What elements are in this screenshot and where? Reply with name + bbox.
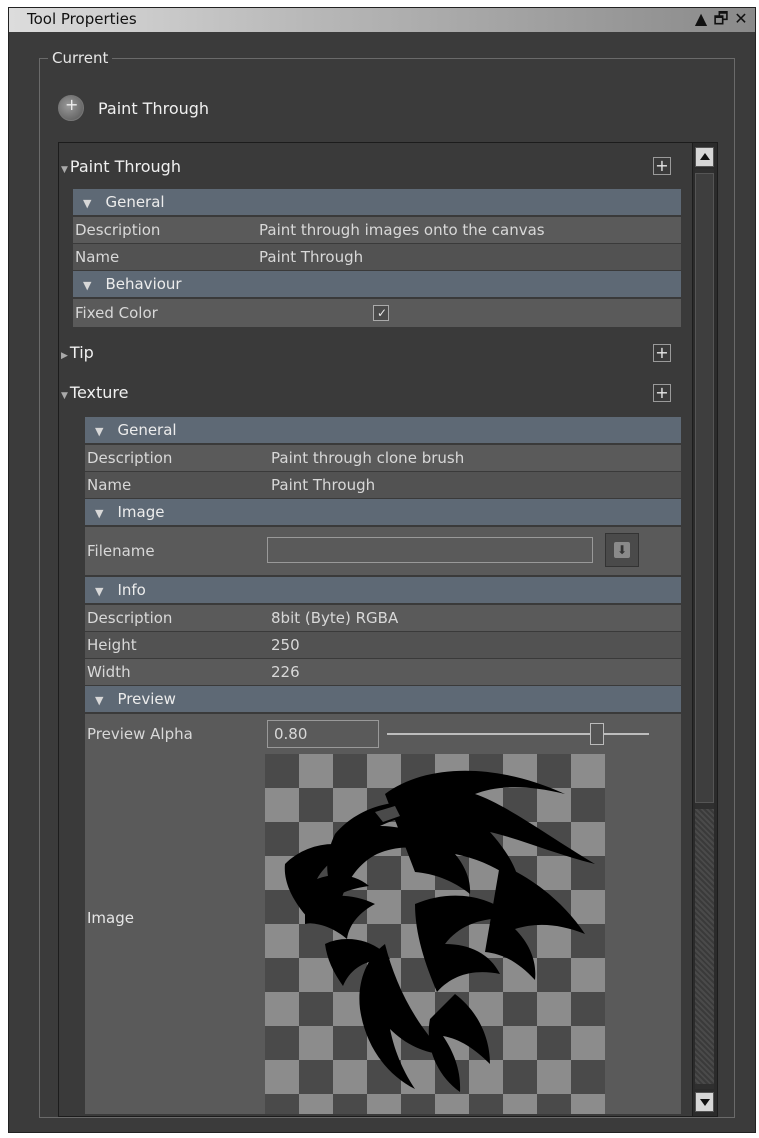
collapse-arrow-icon: ▼ <box>95 585 104 598</box>
tree-node-label: Texture <box>69 383 129 402</box>
property-value[interactable]: Paint through images onto the canvas <box>259 217 545 243</box>
close-icon[interactable]: ✕ <box>733 10 749 28</box>
preview-alpha-input[interactable]: 0.80 <box>267 720 379 748</box>
collapse-arrow-icon: ▼ <box>95 425 104 438</box>
property-value[interactable]: Paint Through <box>271 472 375 498</box>
property-row: Description 8bit (Byte) RGBA <box>85 605 681 631</box>
property-row: Filename ⬇ <box>85 527 681 575</box>
section-info[interactable]: ▼ Info <box>85 577 681 603</box>
scroll-thumb[interactable] <box>695 173 714 803</box>
property-key: Image <box>87 909 134 927</box>
collapse-icon[interactable]: ▲ <box>693 10 709 28</box>
current-group: Current Paint Through ▼Paint Through + ▼… <box>39 49 735 1118</box>
tree-node-texture[interactable]: ▼ Texture <box>61 381 129 405</box>
scroll-track[interactable] <box>695 169 714 1089</box>
current-group-label: Current <box>48 49 113 67</box>
collapse-arrow-icon: ▼ <box>83 197 92 210</box>
tree-node-tip[interactable]: ▶ Tip <box>61 341 94 365</box>
expand-arrow-icon: ▼ <box>61 391 68 401</box>
property-value: 8bit (Byte) RGBA <box>271 609 399 627</box>
tree-node-label: Paint Through <box>69 157 181 176</box>
property-key: Description <box>87 449 173 467</box>
arrow-down-icon <box>700 1099 710 1106</box>
vertical-scrollbar[interactable] <box>692 143 717 1116</box>
property-value[interactable]: Paint through clone brush <box>271 445 464 471</box>
restore-icon[interactable]: 🗗 <box>713 10 729 28</box>
add-button[interactable]: + <box>653 157 671 175</box>
section-label: Image <box>117 503 165 521</box>
tree-node-paint-through[interactable]: ▼ Paint Through <box>61 155 181 179</box>
current-tool-name: Paint Through <box>98 98 210 118</box>
section-image[interactable]: ▼ Image <box>85 499 681 525</box>
expand-arrow-icon: ▼ <box>61 165 68 175</box>
section-texture-general[interactable]: ▼ General <box>85 417 681 443</box>
property-key: Name <box>75 248 120 266</box>
property-row: Width 226 <box>85 659 681 685</box>
collapse-arrow-icon: ▼ <box>95 507 104 520</box>
property-key: Preview Alpha <box>87 725 193 743</box>
current-tool: Paint Through <box>58 95 209 121</box>
arrow-up-icon <box>700 153 710 160</box>
browse-file-button[interactable]: ⬇ <box>605 533 639 567</box>
property-row: Name Paint Through <box>73 244 681 270</box>
check-icon: ✓ <box>377 306 388 320</box>
property-row: Name Paint Through <box>85 472 681 498</box>
preview-alpha-slider[interactable] <box>387 733 649 735</box>
add-button[interactable]: + <box>653 344 671 362</box>
section-preview[interactable]: ▼ Preview <box>85 686 681 712</box>
tool-properties-window: Tool Properties ▲ 🗗 ✕ Current Paint Thro… <box>8 7 756 1133</box>
slider-handle[interactable] <box>589 723 604 745</box>
property-value: 226 <box>271 663 300 681</box>
texture-preview-image <box>265 754 605 1114</box>
scroll-up-button[interactable] <box>695 147 714 167</box>
property-key: Description <box>75 221 161 239</box>
window-title: Tool Properties <box>27 10 137 28</box>
property-row: Description Paint through clone brush <box>85 445 681 471</box>
section-label: General <box>105 193 165 211</box>
properties-tree-panel: ▼ Paint Through + ▼ General Description Pa… <box>58 142 718 1117</box>
scroll-track-lower[interactable] <box>695 809 714 1084</box>
section-label: General <box>117 421 177 439</box>
paint-through-icon <box>58 95 84 121</box>
add-button[interactable]: + <box>653 384 671 402</box>
property-row: Fixed Color ✓ <box>73 299 681 327</box>
property-value[interactable]: Paint Through <box>259 244 363 270</box>
property-row: Description Paint through images onto th… <box>73 217 681 243</box>
property-key: Filename <box>87 542 155 560</box>
download-icon: ⬇ <box>614 542 630 558</box>
section-general[interactable]: ▼ General <box>73 189 681 215</box>
collapse-arrow-icon: ▼ <box>95 694 104 707</box>
fixed-color-checkbox[interactable]: ✓ <box>373 305 389 321</box>
scroll-down-button[interactable] <box>695 1092 714 1112</box>
tree-node-label: Tip <box>69 343 94 362</box>
property-key: Fixed Color <box>75 304 158 322</box>
expand-arrow-icon: ▶ <box>61 351 68 361</box>
window-controls: ▲ 🗗 ✕ <box>693 10 749 28</box>
section-label: Info <box>117 581 146 599</box>
lion-head-image <box>284 770 595 1092</box>
property-key: Name <box>87 476 132 494</box>
property-value: 250 <box>271 636 300 654</box>
section-label: Behaviour <box>105 275 182 293</box>
property-row: Preview Alpha 0.80 <box>85 714 681 754</box>
title-bar[interactable]: Tool Properties ▲ 🗗 ✕ <box>9 8 755 32</box>
property-row: Height 250 <box>85 632 681 658</box>
property-key: Description <box>87 609 173 627</box>
property-key: Width <box>87 663 131 681</box>
collapse-arrow-icon: ▼ <box>83 279 92 292</box>
preview-image-row: Image <box>85 754 681 1114</box>
section-label: Preview <box>117 690 176 708</box>
property-key: Height <box>87 636 137 654</box>
filename-input[interactable] <box>267 537 593 563</box>
section-behaviour[interactable]: ▼ Behaviour <box>73 271 681 297</box>
